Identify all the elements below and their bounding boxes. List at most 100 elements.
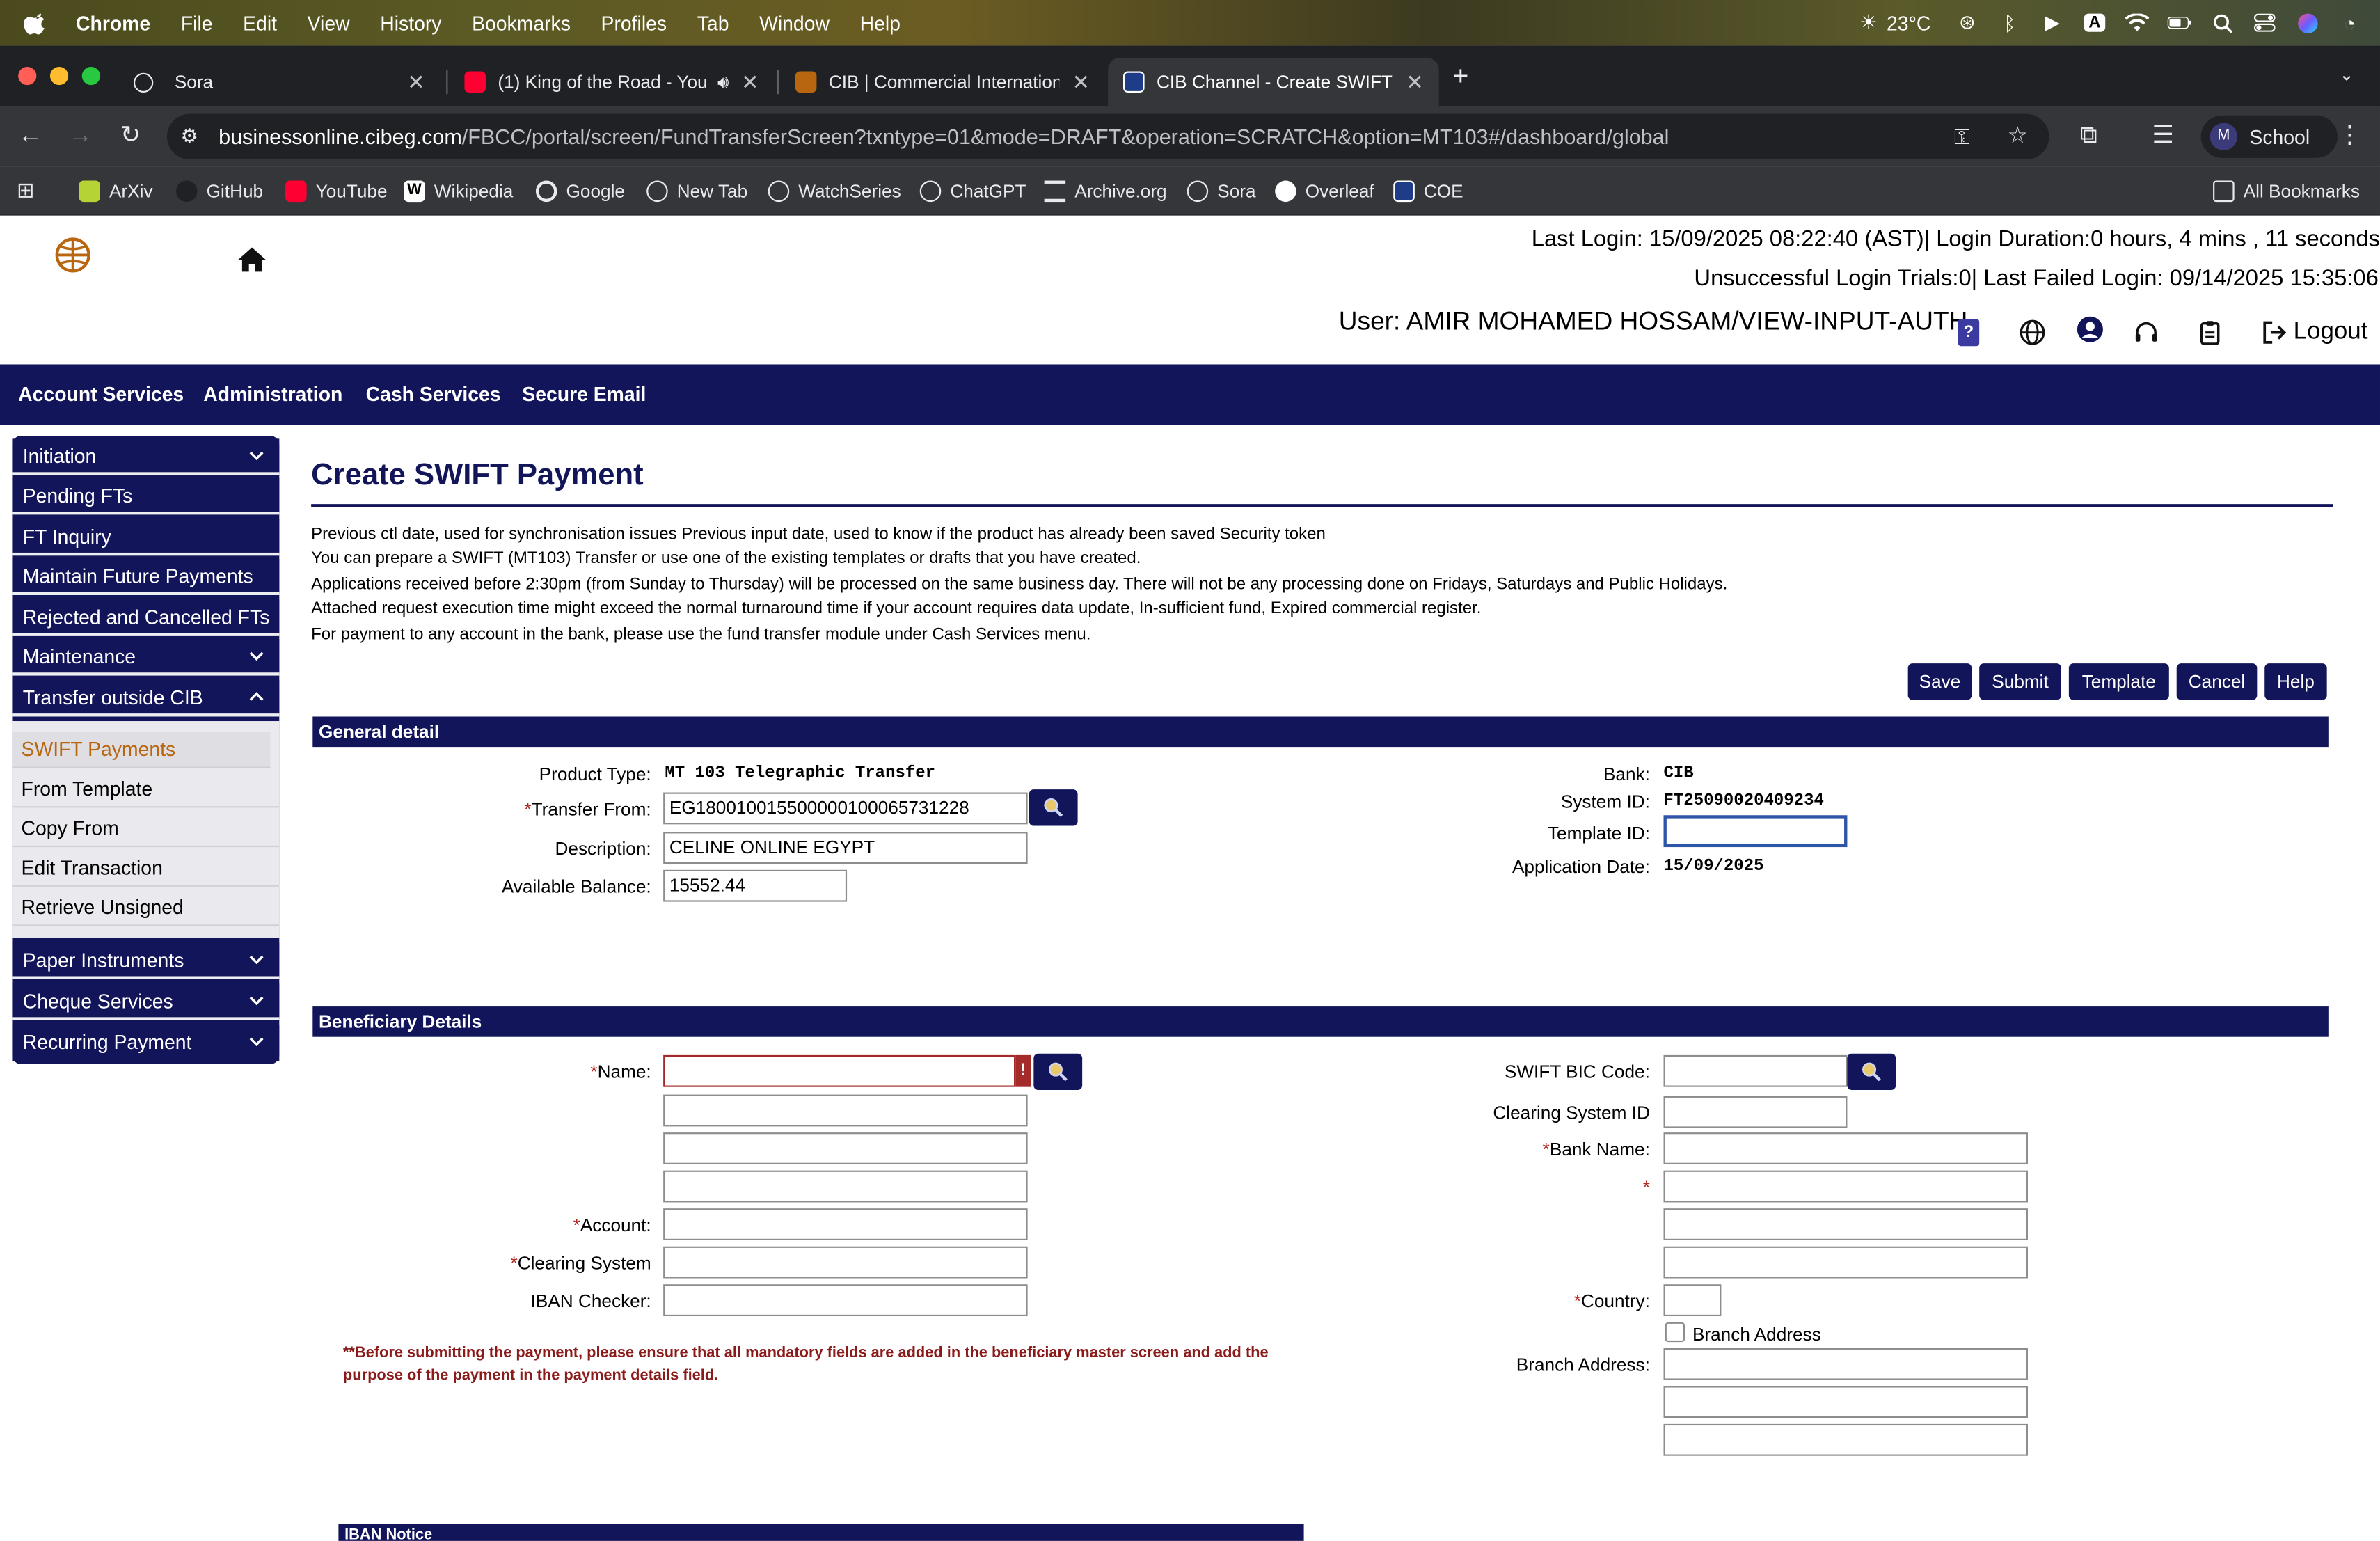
window-zoom-button[interactable]	[81, 66, 100, 86]
bank-address-line2-input[interactable]	[1663, 1208, 2028, 1240]
menu-profiles[interactable]: Profiles	[601, 11, 667, 34]
iban-checker-input[interactable]	[663, 1284, 1028, 1317]
new-tab-plus-icon[interactable]: +	[1452, 61, 1468, 93]
language-globe-icon[interactable]	[2019, 319, 2046, 346]
branch-address-line3-input[interactable]	[1663, 1423, 2028, 1456]
transfer-from-lookup-button[interactable]	[1029, 789, 1078, 826]
sidebar-item-cheque-services[interactable]: Cheque Services	[12, 983, 280, 1020]
menu-help[interactable]: Help	[860, 11, 901, 34]
tab-sora[interactable]: Sora ✕	[118, 58, 440, 106]
support-headset-icon[interactable]	[2132, 319, 2159, 346]
beneficiary-name-line3-input[interactable]	[663, 1132, 1028, 1164]
keyboard-input-icon[interactable]: A	[2082, 10, 2107, 35]
bookmark-google[interactable]: Google	[535, 179, 625, 203]
all-bookmarks[interactable]: All Bookmarks	[2213, 179, 2360, 203]
bank-address-line3-input[interactable]	[1663, 1246, 2028, 1279]
profile-button[interactable]: M School	[2200, 115, 2338, 158]
help-question-icon[interactable]: ?	[1958, 319, 1980, 347]
logout-button[interactable]: Logout	[2262, 319, 2367, 346]
sidebar-item-rejected-cancelled[interactable]: Rejected and Cancelled FTs	[12, 599, 280, 636]
tab-cib-channel[interactable]: CIB Channel - Create SWIFT P ✕	[1108, 57, 1439, 106]
beneficiary-name-line2-input[interactable]	[663, 1094, 1028, 1127]
bookmark-archive[interactable]: Archive.org	[1044, 179, 1167, 203]
tab-close-icon[interactable]: ✕	[407, 69, 425, 95]
menu-file[interactable]: File	[181, 11, 213, 34]
menu-view[interactable]: View	[308, 11, 350, 34]
play-icon[interactable]: ▶	[2040, 10, 2064, 35]
branch-address-line2-input[interactable]	[1663, 1386, 2028, 1418]
bank-address-line1-input[interactable]	[1663, 1170, 2028, 1203]
bookmark-new-tab[interactable]: New Tab	[646, 179, 747, 203]
beneficiary-name-line4-input[interactable]	[663, 1170, 1028, 1203]
bookmark-sora[interactable]: Sora	[1187, 179, 1256, 203]
nav-administration[interactable]: Administration	[203, 383, 342, 406]
beneficiary-lookup-button[interactable]	[1033, 1053, 1083, 1091]
bookmark-github[interactable]: GitHub	[176, 179, 263, 203]
bookmark-youtube[interactable]: YouTube	[285, 179, 388, 203]
window-minimize-button[interactable]	[49, 66, 69, 86]
window-close-button[interactable]	[18, 66, 37, 86]
tab-close-icon[interactable]: ✕	[1406, 69, 1424, 95]
sidebar-item-pending-fts[interactable]: Pending FTs	[12, 478, 280, 515]
control-center-icon[interactable]	[2253, 10, 2277, 35]
bookmark-watchseries[interactable]: WatchSeries	[768, 179, 901, 203]
menu-edit[interactable]: Edit	[243, 11, 277, 34]
submit-button[interactable]: Submit	[1979, 663, 2061, 700]
bookmark-wikipedia[interactable]: W Wikipedia	[404, 179, 513, 203]
menu-bookmarks[interactable]: Bookmarks	[472, 11, 571, 34]
bookmark-arxiv[interactable]: ArXiv	[79, 179, 153, 203]
branch-address-checkbox[interactable]	[1665, 1322, 1685, 1343]
tab-search-chevron-icon[interactable]: ⌄	[2339, 64, 2354, 86]
tab-close-icon[interactable]: ✕	[741, 69, 759, 95]
sidebar-subitem-retrieve-unsigned[interactable]: Retrieve Unsigned	[12, 890, 280, 926]
bookmark-chatgpt[interactable]: ChatGPT	[919, 179, 1026, 203]
chatgpt-menubar-icon[interactable]: ⊛	[1955, 10, 1979, 35]
tab-cib-commercial[interactable]: CIB | Commercial Internationa ✕	[780, 58, 1105, 106]
spotlight-search-icon[interactable]	[2210, 10, 2235, 35]
sidebar-subitem-copy-from[interactable]: Copy From	[12, 811, 280, 848]
sidebar-subitem-swift-payments[interactable]: SWIFT Payments	[12, 732, 271, 768]
home-icon[interactable]	[237, 246, 267, 273]
reload-icon[interactable]: ↻	[117, 123, 144, 150]
menu-chrome[interactable]: Chrome	[76, 11, 150, 34]
transfer-from-input[interactable]: EG180010015500000100065731228	[663, 792, 1028, 825]
branch-address-line1-input[interactable]	[1663, 1348, 2028, 1380]
cib-logo-icon[interactable]	[55, 237, 91, 273]
sidebar-subitem-from-template[interactable]: From Template	[12, 771, 280, 808]
nav-secure-email[interactable]: Secure Email	[522, 383, 646, 406]
template-id-input[interactable]	[1663, 815, 1848, 848]
extensions-icon[interactable]: ⧉	[2075, 123, 2102, 150]
bank-name-input[interactable]	[1663, 1132, 2028, 1164]
template-button[interactable]: Template	[2068, 663, 2169, 700]
user-profile-icon[interactable]	[2077, 316, 2104, 343]
menu-window[interactable]: Window	[759, 11, 830, 34]
sidebar-item-recurring-payment[interactable]: Recurring Payment	[12, 1025, 280, 1061]
wifi-icon[interactable]	[2125, 10, 2150, 35]
address-bar[interactable]: ⚙︎ businessonline.cibeg.com/FBCC/portal/…	[166, 113, 2049, 160]
apple-icon[interactable]	[24, 10, 49, 35]
forward-arrow-icon[interactable]: →	[67, 123, 94, 150]
tab-close-icon[interactable]: ✕	[1072, 69, 1090, 95]
sidebar-item-initiation[interactable]: Initiation	[12, 438, 280, 475]
password-key-icon[interactable]: ⚿	[1954, 114, 1970, 159]
bookmark-star-icon[interactable]: ☆	[2008, 114, 2028, 159]
battery-icon[interactable]	[2167, 10, 2192, 35]
nav-cash-services[interactable]: Cash Services	[366, 383, 501, 406]
clipboard-icon[interactable]	[2196, 319, 2223, 346]
swift-bic-lookup-button[interactable]	[1847, 1053, 1896, 1091]
sidebar-item-paper-instruments[interactable]: Paper Instruments	[12, 942, 280, 979]
description-input[interactable]: CELINE ONLINE EGYPT	[663, 832, 1028, 864]
siri-icon[interactable]	[2295, 10, 2319, 35]
clearing-system-id-input[interactable]	[1663, 1096, 1848, 1128]
nav-account-services[interactable]: Account Services	[18, 383, 184, 406]
chrome-menu-icon[interactable]: ⋮	[2336, 123, 2363, 150]
bookmark-overleaf[interactable]: Overleaf	[1275, 179, 1374, 203]
cancel-button[interactable]: Cancel	[2176, 663, 2258, 700]
weather-sun-icon[interactable]: ☀	[1856, 10, 1880, 35]
apps-grid-icon[interactable]: ⊞	[17, 177, 35, 203]
weather-temp[interactable]: 23°C	[1887, 11, 1930, 34]
sidebar-item-maintenance[interactable]: Maintenance	[12, 639, 280, 676]
tab-audio-icon[interactable]: 🔊︎	[717, 70, 729, 93]
sidebar-item-transfer-outside-cib[interactable]: Transfer outside CIB	[12, 680, 280, 717]
sidebar-subitem-edit-transaction[interactable]: Edit Transaction	[12, 850, 280, 887]
